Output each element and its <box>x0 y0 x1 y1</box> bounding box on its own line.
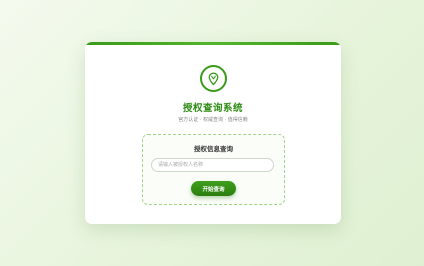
page-title: 授权查询系统 <box>182 103 243 114</box>
query-panel: 授权信息查询 开始查询 <box>142 134 285 205</box>
start-query-button[interactable]: 开始查询 <box>191 181 236 196</box>
page-subtitle: 官方认证 · 权威查询 · 值得信赖 <box>178 117 248 123</box>
card-accent-bar <box>85 42 341 45</box>
authorized-name-input[interactable] <box>151 158 274 172</box>
location-pin-icon <box>208 72 219 85</box>
auth-query-card: 授权查询系统 官方认证 · 权威查询 · 值得信赖 授权信息查询 开始查询 <box>85 42 341 224</box>
query-panel-title: 授权信息查询 <box>194 145 233 153</box>
logo <box>200 65 227 92</box>
